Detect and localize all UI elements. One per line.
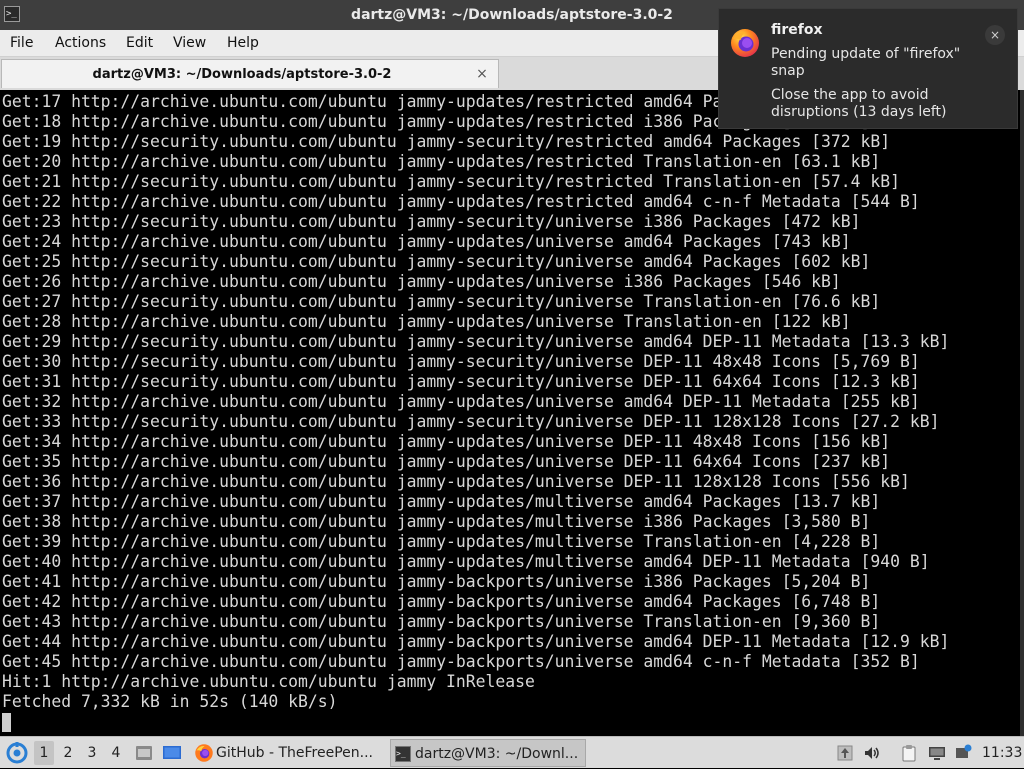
terminal-line: Get:40 http://archive.ubuntu.com/ubuntu … <box>2 552 930 571</box>
file-manager-icon[interactable] <box>134 743 154 763</box>
terminal-line: Get:39 http://archive.ubuntu.com/ubuntu … <box>2 532 881 551</box>
taskbar: 1 2 3 4 GitHub - TheFreePen... >_ dartz@… <box>0 736 1024 768</box>
terminal-line: Get:26 http://archive.ubuntu.com/ubuntu … <box>2 272 841 291</box>
menu-help[interactable]: Help <box>227 30 259 56</box>
tab-close-button[interactable]: × <box>474 64 490 84</box>
notification-popup[interactable]: firefox Pending update of "firefox" snap… <box>718 8 1018 129</box>
workspace-2[interactable]: 2 <box>58 741 78 765</box>
clipboard-icon[interactable] <box>900 744 918 762</box>
start-menu-icon[interactable] <box>6 742 28 764</box>
terminal-scrollbar[interactable] <box>1020 90 1024 736</box>
terminal-icon: >_ <box>395 746 411 762</box>
tab-terminal[interactable]: dartz@VM3: ~/Downloads/aptstore-3.0-2 × <box>1 59 499 88</box>
terminal-line: Get:33 http://security.ubuntu.com/ubuntu… <box>2 412 940 431</box>
terminal-line: Get:19 http://security.ubuntu.com/ubuntu… <box>2 132 891 151</box>
terminal-line: Get:20 http://archive.ubuntu.com/ubuntu … <box>2 152 881 171</box>
terminal-line: Get:25 http://security.ubuntu.com/ubuntu… <box>2 252 871 271</box>
show-desktop-icon[interactable] <box>162 743 182 763</box>
workspace-3[interactable]: 3 <box>82 741 102 765</box>
workspace-1[interactable]: 1 <box>34 741 54 765</box>
terminal-line: Get:31 http://security.ubuntu.com/ubuntu… <box>2 372 920 391</box>
terminal-line: Get:38 http://archive.ubuntu.com/ubuntu … <box>2 512 871 531</box>
terminal-line: Get:45 http://archive.ubuntu.com/ubuntu … <box>2 652 920 671</box>
notification-close-button[interactable]: × <box>985 25 1005 45</box>
task-label: GitHub - TheFreePen... <box>216 745 373 761</box>
terminal-line: Get:34 http://archive.ubuntu.com/ubuntu … <box>2 432 891 451</box>
terminal-line: Get:21 http://security.ubuntu.com/ubuntu… <box>2 172 900 191</box>
task-label: dartz@VM3: ~/Downl... <box>415 746 579 762</box>
notification-summary: Pending update of "firefox" snap <box>771 46 961 79</box>
terminal-line: Get:28 http://archive.ubuntu.com/ubuntu … <box>2 312 851 331</box>
terminal-line: Get:24 http://archive.ubuntu.com/ubuntu … <box>2 232 851 251</box>
terminal-line: Get:37 http://archive.ubuntu.com/ubuntu … <box>2 492 881 511</box>
tab-label: dartz@VM3: ~/Downloads/aptstore-3.0-2 <box>92 67 392 82</box>
terminal-output[interactable]: Get:17 http://archive.ubuntu.com/ubuntu … <box>0 90 1020 736</box>
terminal-line: Get:32 http://archive.ubuntu.com/ubuntu … <box>2 392 920 411</box>
terminal-line: Get:36 http://archive.ubuntu.com/ubuntu … <box>2 472 910 491</box>
menu-view[interactable]: View <box>173 30 206 56</box>
clock[interactable]: 11:33 <box>982 737 1022 769</box>
terminal-line: Get:43 http://archive.ubuntu.com/ubuntu … <box>2 612 881 631</box>
updates-icon[interactable] <box>836 744 854 762</box>
task-firefox[interactable]: GitHub - TheFreePen... <box>192 739 380 767</box>
terminal-line: Get:29 http://security.ubuntu.com/ubuntu… <box>2 332 950 351</box>
menu-file[interactable]: File <box>10 30 33 56</box>
terminal-line: Get:22 http://archive.ubuntu.com/ubuntu … <box>2 192 920 211</box>
volume-icon[interactable] <box>863 744 881 762</box>
terminal-cursor <box>2 713 11 732</box>
notification-app-name: firefox <box>771 22 823 38</box>
terminal-line: Get:23 http://security.ubuntu.com/ubuntu… <box>2 212 861 231</box>
task-terminal[interactable]: >_ dartz@VM3: ~/Downl... <box>390 739 586 767</box>
terminal-line: Fetched 7,332 kB in 52s (140 kB/s) <box>2 692 338 711</box>
terminal-line: Get:35 http://archive.ubuntu.com/ubuntu … <box>2 452 891 471</box>
workspace-4[interactable]: 4 <box>106 741 126 765</box>
terminal-line: Get:30 http://security.ubuntu.com/ubuntu… <box>2 352 920 371</box>
notification-tray-icon[interactable] <box>954 744 972 762</box>
network-icon[interactable] <box>928 744 946 762</box>
notification-body: Close the app to avoid disruptions (13 d… <box>771 87 947 120</box>
terminal-line: Get:41 http://archive.ubuntu.com/ubuntu … <box>2 572 871 591</box>
terminal-line: Hit:1 http://archive.ubuntu.com/ubuntu j… <box>2 672 535 691</box>
menu-actions[interactable]: Actions <box>55 30 106 56</box>
terminal-line: Get:27 http://security.ubuntu.com/ubuntu… <box>2 292 881 311</box>
terminal-line: Get:42 http://archive.ubuntu.com/ubuntu … <box>2 592 881 611</box>
terminal-line: Get:44 http://archive.ubuntu.com/ubuntu … <box>2 632 950 651</box>
firefox-icon <box>195 744 213 762</box>
firefox-icon <box>731 29 759 57</box>
menu-edit[interactable]: Edit <box>126 30 153 56</box>
